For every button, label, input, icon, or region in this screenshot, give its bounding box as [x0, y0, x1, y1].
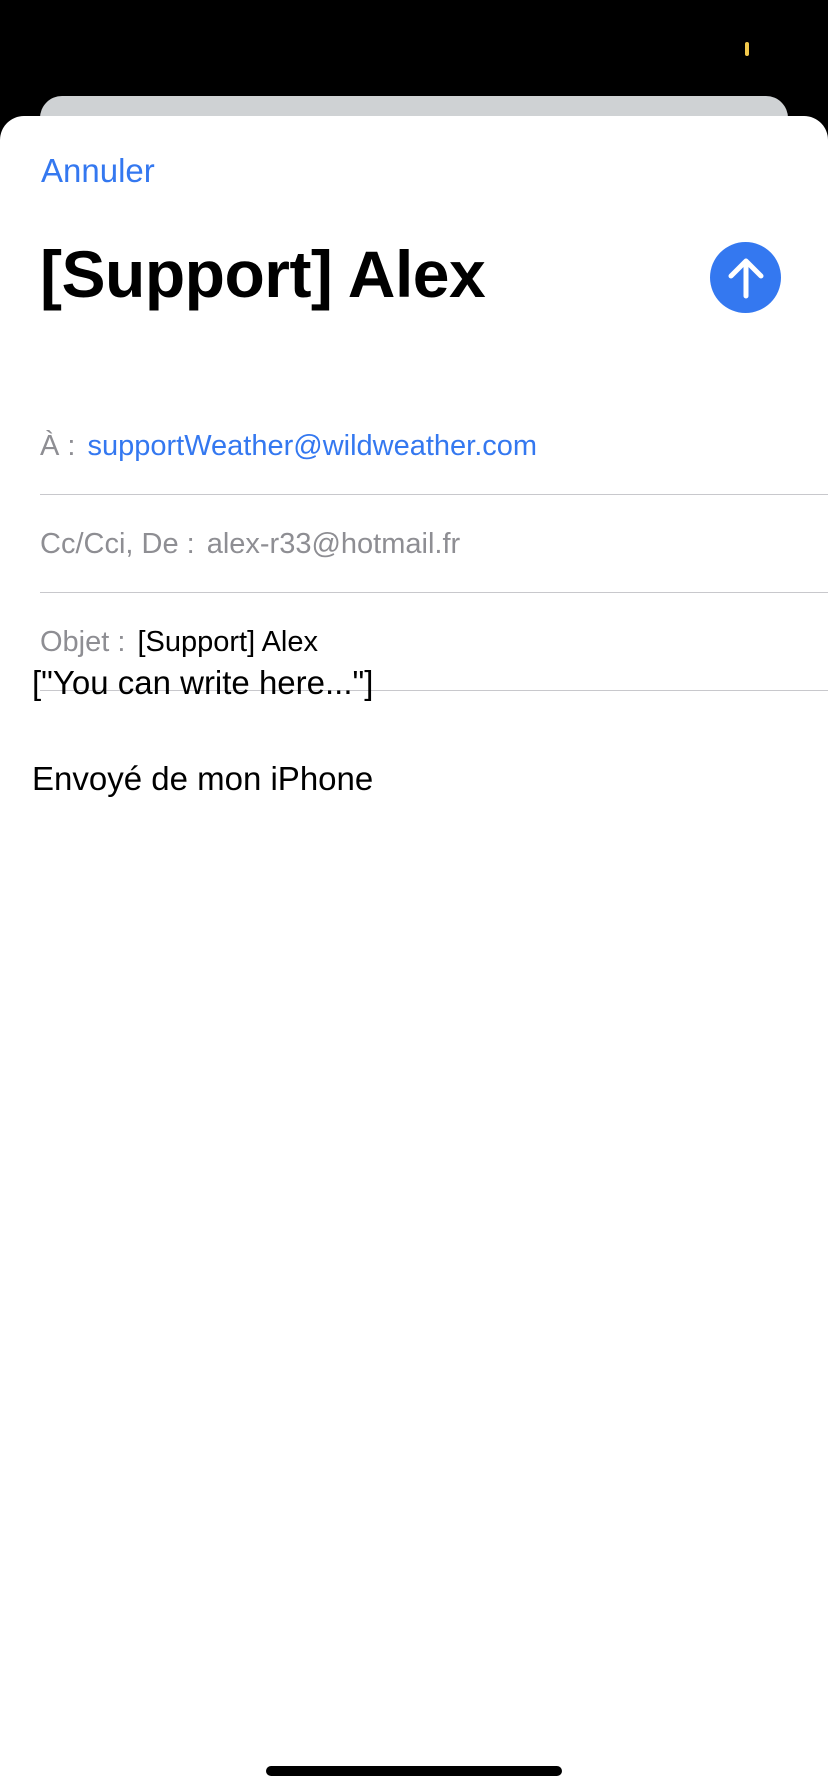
cc-from-label: Cc/Cci, De : [40, 527, 195, 560]
cc-from-field-row[interactable]: Cc/Cci, De : alex-r33@hotmail.fr [40, 496, 828, 593]
subject-input[interactable]: [Support] Alex [137, 626, 318, 659]
to-label: À : [40, 429, 76, 462]
compose-sheet: Annuler [Support] Alex À : supportWeathe… [0, 116, 828, 1792]
page-title: [Support] Alex [40, 237, 486, 311]
home-indicator[interactable] [266, 1766, 562, 1776]
to-recipient[interactable]: supportWeather@wildweather.com [87, 430, 537, 463]
signature-text[interactable]: Envoyé de mon iPhone [32, 760, 373, 798]
subject-label: Objet : [40, 625, 126, 658]
to-field-row[interactable]: À : supportWeather@wildweather.com [40, 398, 828, 495]
status-indicator [745, 42, 749, 56]
arrow-up-icon [728, 258, 763, 298]
cancel-button[interactable]: Annuler [41, 152, 155, 190]
message-body[interactable]: ["You can write here..."] [32, 664, 373, 702]
from-address[interactable]: alex-r33@hotmail.fr [207, 528, 460, 561]
send-button[interactable] [710, 242, 781, 313]
screen: Annuler [Support] Alex À : supportWeathe… [0, 0, 828, 1792]
